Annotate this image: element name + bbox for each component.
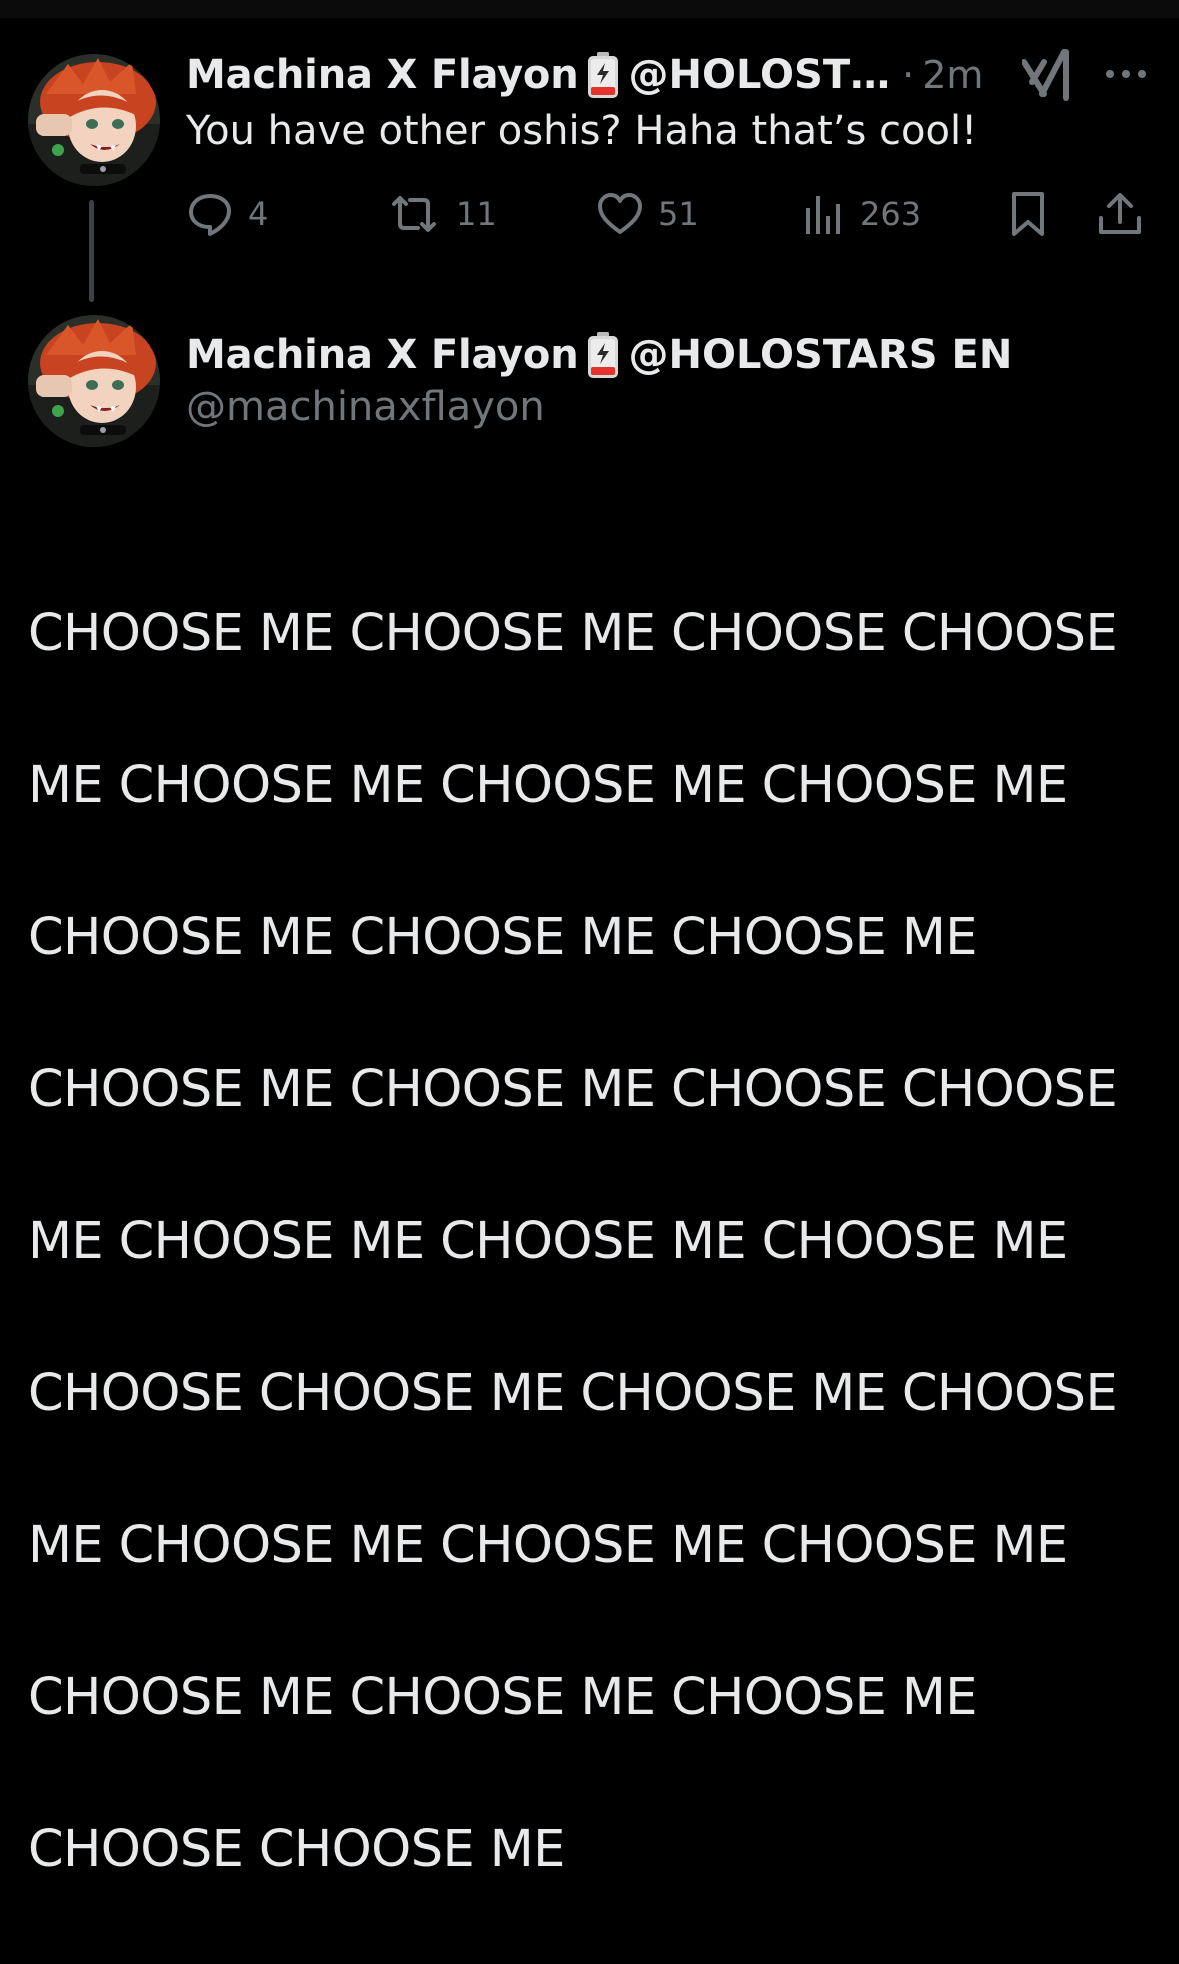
like-count: 51	[658, 195, 699, 233]
tweet1-header: Machina X Flayon @HOLOST… · 2m	[186, 48, 983, 102]
battery-emoji-icon	[586, 51, 620, 99]
timestamp[interactable]: 2m	[922, 53, 983, 97]
tweet-actions-bar: 4 11 51 263	[186, 186, 1146, 242]
tweet-text-line: CHOOSE ME CHOOSE ME CHOOSE ME	[28, 908, 977, 967]
share-icon	[1099, 193, 1141, 234]
tweet-text: CHOOSE ME CHOOSE ME CHOOSE CHOOSE ME CHO…	[28, 520, 1148, 1964]
heart-icon	[598, 193, 642, 234]
views-icon	[806, 196, 840, 234]
grok-icon[interactable]	[1021, 48, 1074, 106]
tweet-text-line: CHOOSE ME CHOOSE ME CHOOSE CHOOSE	[28, 1060, 1118, 1119]
tweet-text-line: ME CHOOSE ME CHOOSE ME CHOOSE ME	[28, 1516, 1068, 1575]
tweet-text-line: ME CHOOSE ME CHOOSE ME CHOOSE ME	[28, 1212, 1068, 1271]
battery-emoji-icon	[586, 331, 620, 379]
reply-count: 4	[248, 195, 269, 233]
tweet-text-line: CHOOSE ME CHOOSE ME CHOOSE ME	[28, 1668, 977, 1727]
avatar[interactable]	[28, 315, 160, 447]
bookmark-icon	[1012, 192, 1044, 236]
share-button[interactable]	[1096, 186, 1144, 242]
views-button[interactable]: 263	[802, 186, 921, 242]
display-name[interactable]: Machina X Flayon	[186, 52, 579, 98]
reply-icon	[189, 194, 231, 236]
display-name[interactable]: Machina X Flayon	[186, 332, 579, 378]
bookmark-button[interactable]	[1008, 186, 1048, 242]
retweet-count: 11	[456, 195, 497, 233]
retweet-icon	[392, 196, 436, 232]
separator-dot: ·	[902, 53, 915, 97]
handle[interactable]: @HOLOST…	[628, 52, 890, 98]
thread-connector-line	[89, 200, 94, 302]
tweet2-header: Machina X Flayon @HOLOSTARS EN	[186, 328, 1012, 382]
like-button[interactable]: 51	[596, 186, 699, 242]
avatar[interactable]	[28, 54, 160, 186]
tweet-text: You have other oshis? Haha that’s cool!	[186, 108, 978, 154]
retweet-button[interactable]: 11	[386, 186, 497, 242]
views-count: 263	[860, 195, 922, 233]
handle[interactable]: @machinaxflayon	[186, 384, 545, 430]
more-options-icon[interactable]	[1104, 66, 1148, 85]
reply-button[interactable]: 4	[186, 186, 268, 242]
status-bar-strip	[0, 0, 1179, 18]
tweet-text-line: CHOOSE ME CHOOSE ME CHOOSE CHOOSE	[28, 604, 1118, 663]
tweet-text-line: CHOOSE CHOOSE ME CHOOSE ME CHOOSE	[28, 1364, 1118, 1423]
affiliation-label: @HOLOSTARS EN	[628, 332, 1013, 378]
tweet-text-line: ME CHOOSE ME CHOOSE ME CHOOSE ME	[28, 756, 1068, 815]
tweet-text-line: CHOOSE CHOOSE ME	[28, 1820, 565, 1879]
